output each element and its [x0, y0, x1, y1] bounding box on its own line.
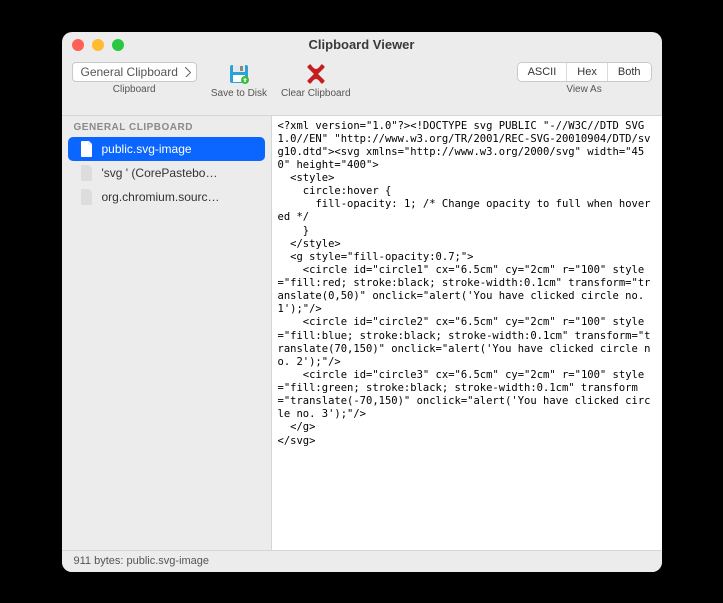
view-mode-segmented: ASCII Hex Both: [517, 62, 652, 82]
window: Clipboard Viewer General Clipboard Clipb…: [62, 32, 662, 572]
sidebar-item-label: org.chromium.sourc…: [102, 190, 220, 204]
sidebar-item-svg-corepasteboard[interactable]: 'svg ' (CorePastebo…: [68, 161, 265, 185]
minimize-icon[interactable]: [92, 39, 104, 51]
save-label: Save to Disk: [211, 88, 267, 99]
sidebar-item-chromium-source[interactable]: org.chromium.sourc…: [68, 185, 265, 209]
clipboard-label: Clipboard: [113, 84, 156, 95]
save-to-disk-button[interactable]: Save to Disk: [211, 62, 267, 99]
view-as-label: View As: [566, 84, 601, 95]
sidebar: GENERAL CLIPBOARD public.svg-image 'svg …: [62, 116, 272, 550]
document-icon: [80, 141, 94, 157]
floppy-disk-icon: [227, 62, 251, 86]
clipboard-selector-group: General Clipboard Clipboard: [72, 62, 197, 95]
main-area: GENERAL CLIPBOARD public.svg-image 'svg …: [62, 116, 662, 550]
x-icon: [304, 62, 328, 86]
traffic-lights: [72, 39, 124, 51]
titlebar: Clipboard Viewer: [62, 32, 662, 58]
maximize-icon[interactable]: [112, 39, 124, 51]
clear-label: Clear Clipboard: [281, 88, 350, 99]
view-as-group: ASCII Hex Both View As: [517, 62, 652, 95]
toolbar: General Clipboard Clipboard Save to Disk: [62, 58, 662, 116]
view-hex-button[interactable]: Hex: [566, 63, 607, 81]
window-title: Clipboard Viewer: [62, 37, 662, 52]
sidebar-header: GENERAL CLIPBOARD: [62, 116, 271, 137]
statusbar-text: 911 bytes: public.svg-image: [74, 555, 210, 567]
content-text: <?xml version="1.0"?><!DOCTYPE svg PUBLI…: [278, 120, 656, 448]
document-icon: [80, 189, 94, 205]
document-icon: [80, 165, 94, 181]
sidebar-item-public-svg-image[interactable]: public.svg-image: [68, 137, 265, 161]
close-icon[interactable]: [72, 39, 84, 51]
sidebar-item-label: 'svg ' (CorePastebo…: [102, 166, 218, 180]
statusbar: 911 bytes: public.svg-image: [62, 550, 662, 572]
clipboard-dropdown[interactable]: General Clipboard: [72, 62, 197, 82]
clipboard-dropdown-value: General Clipboard: [81, 65, 178, 79]
sidebar-item-label: public.svg-image: [102, 142, 192, 156]
content-pane[interactable]: <?xml version="1.0"?><!DOCTYPE svg PUBLI…: [272, 116, 662, 550]
view-both-button[interactable]: Both: [607, 63, 651, 81]
clear-clipboard-button[interactable]: Clear Clipboard: [281, 62, 350, 99]
view-ascii-button[interactable]: ASCII: [518, 63, 567, 81]
